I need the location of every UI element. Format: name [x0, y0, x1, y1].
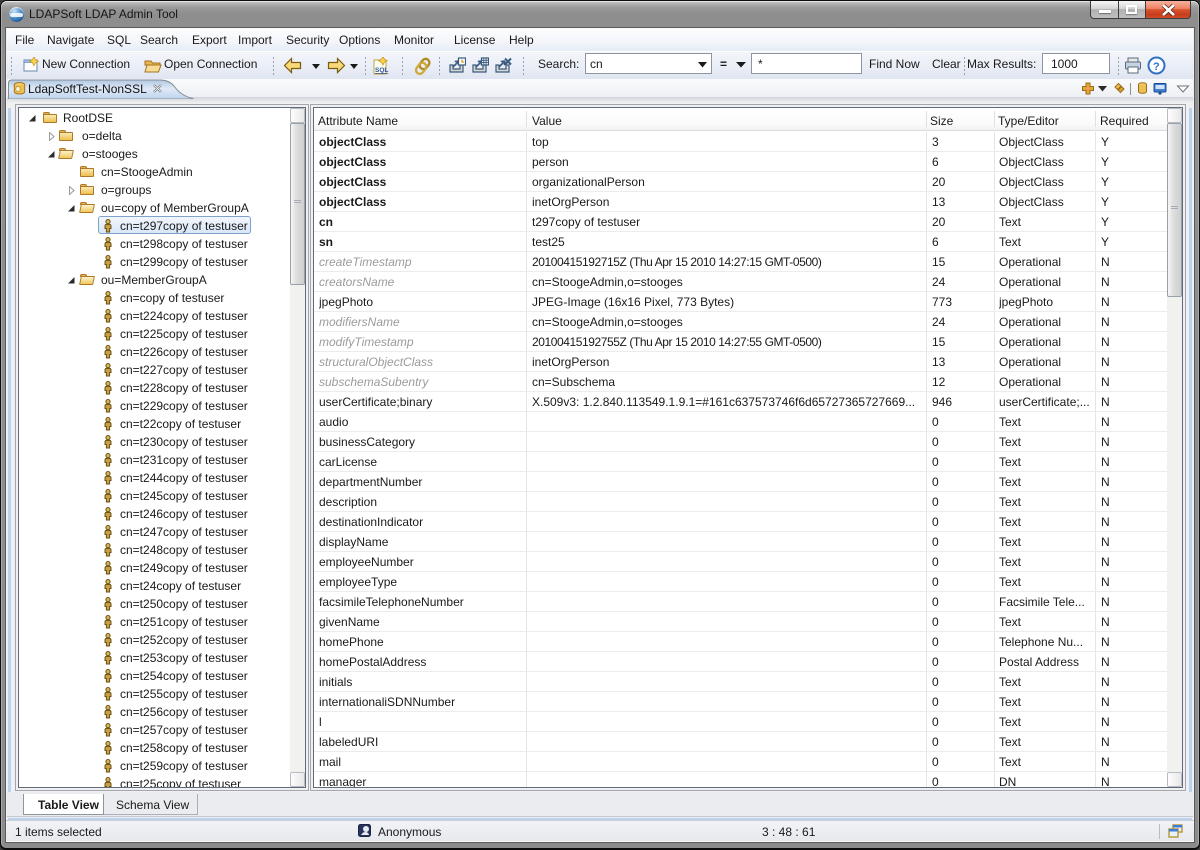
svg-text:SQL: SQL	[375, 67, 388, 74]
svg-text:?: ?	[1153, 61, 1160, 73]
